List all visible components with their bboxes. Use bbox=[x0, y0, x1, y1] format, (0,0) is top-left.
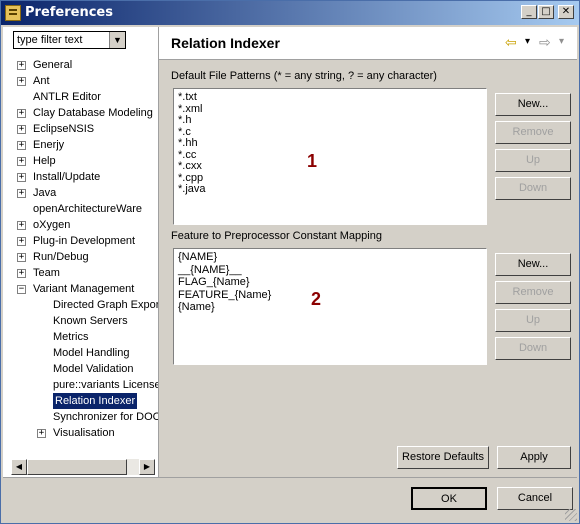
filter-dropdown-icon[interactable]: ▼ bbox=[109, 32, 125, 48]
expand-icon[interactable]: + bbox=[17, 221, 26, 230]
list-item[interactable]: {NAME} bbox=[178, 251, 217, 263]
title-bar[interactable]: Preferences _ □ ✕ bbox=[1, 1, 579, 25]
mapping-up-button[interactable]: Up bbox=[495, 309, 571, 332]
collapse-icon[interactable]: − bbox=[17, 285, 26, 294]
preferences-tree: + General + Ant ANTLR Editor + Clay Database M… bbox=[3, 57, 158, 455]
expand-icon[interactable]: + bbox=[17, 157, 26, 166]
tree-item-label: Team bbox=[33, 267, 60, 279]
preference-page: Relation Indexer ⇦ ▾ ⇨ ▾ Default File Pa… bbox=[159, 27, 577, 477]
tree-item-label: Plug-in Development bbox=[33, 235, 136, 247]
tree-item-label: Run/Debug bbox=[33, 251, 89, 263]
list-item[interactable]: *.hh bbox=[178, 137, 198, 149]
tree-item-label: Java bbox=[33, 187, 57, 199]
close-button[interactable]: ✕ bbox=[558, 5, 574, 19]
tree-item-label: Directed Graph Expor bbox=[53, 299, 158, 311]
tree-item-label: Help bbox=[33, 155, 56, 167]
expand-icon[interactable]: + bbox=[17, 173, 26, 182]
list-item[interactable]: *.cpp bbox=[178, 172, 203, 184]
file-patterns-list[interactable]: *.txt *.xml *.h *.c *.hh *.cc *.cxx *.cpp *.java bbox=[173, 88, 487, 225]
annotation-2: 2 bbox=[311, 289, 322, 309]
filter-input[interactable]: type filter text bbox=[17, 34, 82, 46]
tree-item-label: Model Handling bbox=[53, 347, 130, 359]
cancel-button[interactable]: Cancel bbox=[497, 487, 573, 510]
ok-button[interactable]: OK bbox=[411, 487, 487, 510]
expand-icon[interactable]: + bbox=[17, 141, 26, 150]
list-item[interactable]: *.java bbox=[178, 183, 206, 195]
forward-history-dropdown-icon[interactable]: ▾ bbox=[559, 35, 564, 49]
list-item[interactable]: *.xml bbox=[178, 103, 202, 115]
tree-item-label: Relation Indexer bbox=[53, 393, 138, 409]
list-item[interactable]: *.h bbox=[178, 114, 191, 126]
expand-icon[interactable]: + bbox=[17, 237, 26, 246]
list-item[interactable]: *.cxx bbox=[178, 160, 202, 172]
expand-icon[interactable]: + bbox=[37, 429, 46, 438]
preferences-window-icon bbox=[5, 5, 21, 21]
annotation-1: 1 bbox=[307, 151, 318, 171]
expand-icon[interactable]: + bbox=[17, 125, 26, 134]
list-item[interactable]: *.cc bbox=[178, 149, 196, 161]
maximize-button[interactable]: □ bbox=[538, 5, 554, 19]
restore-defaults-button[interactable]: Restore Defaults bbox=[397, 446, 489, 469]
tree-item-label: Enerjy bbox=[33, 139, 65, 151]
tree-item-label: Install/Update bbox=[33, 171, 101, 183]
dialog-separator bbox=[3, 477, 577, 478]
scroll-thumb[interactable] bbox=[27, 459, 127, 475]
list-item[interactable]: *.c bbox=[178, 126, 191, 138]
patterns-label: Default File Patterns (* = any string, ?… bbox=[171, 70, 437, 82]
tree-item-label: General bbox=[33, 59, 73, 71]
tree-item-label: Known Servers bbox=[53, 315, 128, 327]
tree-item-label: Clay Database Modeling bbox=[33, 107, 153, 119]
forward-arrow-icon[interactable]: ⇨ bbox=[539, 35, 551, 49]
tree-item-label: oXygen bbox=[33, 219, 71, 231]
tree-item-label: ANTLR Editor bbox=[33, 91, 101, 103]
tree-item-label: Model Validation bbox=[53, 363, 134, 375]
expand-icon[interactable]: + bbox=[17, 189, 26, 198]
patterns-down-button[interactable]: Down bbox=[495, 177, 571, 200]
constant-mapping-list[interactable]: {NAME} __{NAME}__ FLAG_{Name} FEATURE_{Name… bbox=[173, 248, 487, 365]
patterns-new-button[interactable]: New... bbox=[495, 93, 571, 116]
list-item[interactable]: __{NAME}__ bbox=[178, 264, 242, 276]
scroll-left-icon[interactable]: ◀ bbox=[11, 459, 27, 475]
expand-icon[interactable]: + bbox=[17, 77, 26, 86]
list-item[interactable]: FLAG_{Name} bbox=[178, 276, 250, 288]
mapping-remove-button[interactable]: Remove bbox=[495, 281, 571, 304]
list-item[interactable]: *.txt bbox=[178, 91, 197, 103]
patterns-up-button[interactable]: Up bbox=[495, 149, 571, 172]
window-title: Preferences bbox=[25, 5, 113, 20]
tree-item-label: EclipseNSIS bbox=[33, 123, 95, 135]
mapping-label: Feature to Preprocessor Constant Mapping bbox=[171, 230, 382, 242]
expand-icon[interactable]: + bbox=[17, 109, 26, 118]
back-arrow-icon[interactable]: ⇦ bbox=[505, 35, 517, 49]
mapping-down-button[interactable]: Down bbox=[495, 337, 571, 360]
expand-icon[interactable]: + bbox=[17, 61, 26, 70]
tree-item-label: Synchronizer for DOC bbox=[53, 411, 158, 423]
page-header: Relation Indexer ⇦ ▾ ⇨ ▾ bbox=[159, 27, 577, 60]
list-item[interactable]: {Name} bbox=[178, 301, 215, 313]
list-item[interactable]: FEATURE_{Name} bbox=[178, 289, 271, 301]
mapping-new-button[interactable]: New... bbox=[495, 253, 571, 276]
tree-item-label: openArchitectureWare bbox=[33, 203, 143, 215]
tree-item-label: pure::variants License bbox=[53, 379, 158, 391]
minimize-button[interactable]: _ bbox=[521, 5, 537, 19]
tree-item-label: Visualisation bbox=[53, 427, 115, 439]
preferences-tree-panel: type filter text ▼ + General + Ant ANTLR Edi… bbox=[3, 27, 159, 477]
preferences-window: Preferences _ □ ✕ type filter text ▼ + Ge… bbox=[0, 0, 580, 524]
expand-icon[interactable]: + bbox=[17, 253, 26, 262]
resize-grip[interactable] bbox=[565, 509, 577, 521]
tree-item-label: Metrics bbox=[53, 331, 89, 343]
tree-item-label: Variant Management bbox=[33, 283, 135, 295]
expand-icon[interactable]: + bbox=[17, 269, 26, 278]
page-title: Relation Indexer bbox=[171, 35, 280, 51]
patterns-remove-button[interactable]: Remove bbox=[495, 121, 571, 144]
back-history-dropdown-icon[interactable]: ▾ bbox=[525, 35, 530, 49]
apply-button[interactable]: Apply bbox=[497, 446, 571, 469]
filter-combo[interactable]: type filter text ▼ bbox=[13, 31, 126, 49]
scroll-right-icon[interactable]: ▶ bbox=[139, 459, 155, 475]
tree-item-label: Ant bbox=[33, 75, 50, 87]
tree-horizontal-scrollbar[interactable]: ◀ ▶ bbox=[11, 459, 155, 475]
